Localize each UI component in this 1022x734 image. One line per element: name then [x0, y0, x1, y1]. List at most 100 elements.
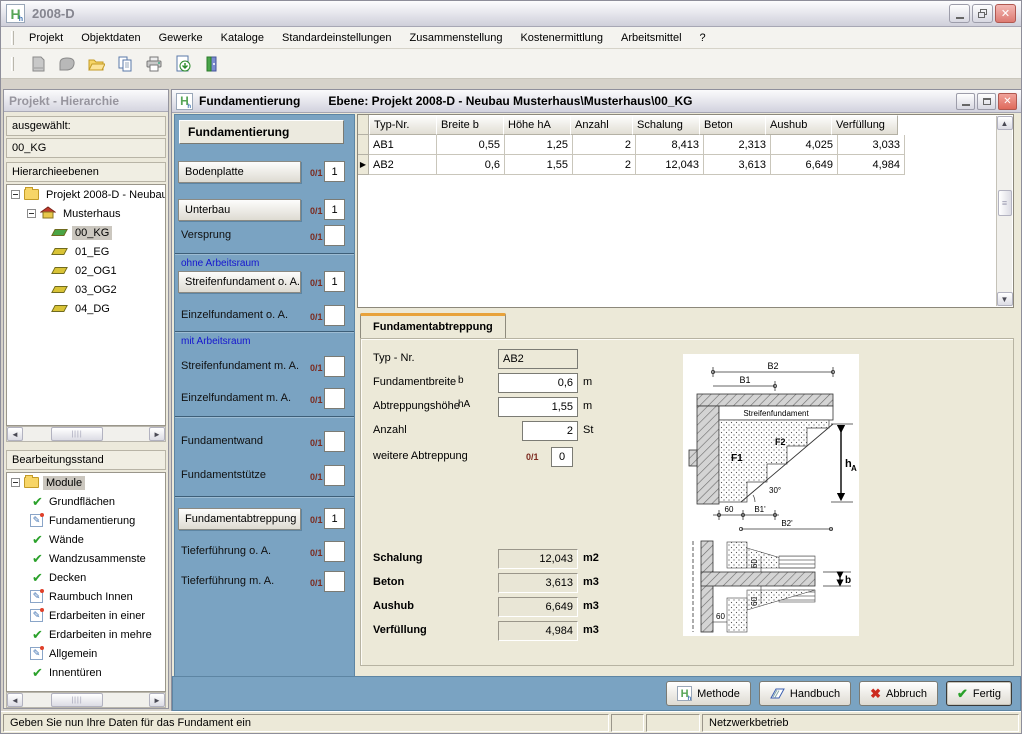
tieferfuehrung-ma-count-input[interactable]	[324, 571, 345, 592]
cell-anzahl[interactable]: 2	[573, 155, 636, 175]
tab-fundamentabtreppung[interactable]: Fundamentabtreppung	[360, 313, 506, 338]
fertig-button[interactable]: ✔ Fertig	[946, 681, 1012, 706]
module-label[interactable]: Erdarbeiten in mehre	[46, 628, 155, 642]
tree-node-01eg[interactable]: 01_EG	[7, 242, 165, 261]
cell-beton[interactable]: 2,313	[704, 135, 771, 155]
restore-button[interactable]	[972, 4, 993, 23]
cell-hoehe[interactable]: 1,25	[505, 135, 573, 155]
tieferfuehrung-oa-count-input[interactable]	[324, 541, 345, 562]
cell-typ[interactable]: AB2	[369, 155, 437, 175]
menu-bodenplatte-button[interactable]: Bodenplatte	[178, 161, 301, 183]
collapse-icon[interactable]	[11, 478, 20, 487]
exit-door-icon[interactable]	[201, 53, 223, 75]
menu-help[interactable]: ?	[691, 29, 715, 47]
module-maximize-button[interactable]	[977, 93, 996, 110]
col-schalung[interactable]: Schalung	[632, 115, 700, 135]
abtreppungshoehe-field[interactable]	[498, 397, 578, 417]
tree-node-label[interactable]: 00_KG	[72, 226, 112, 240]
table-row-selected[interactable]: ▶ AB2 0,6 1,55 2 12,043 3,613 6,649 4,98…	[358, 155, 1013, 175]
menu-objektdaten[interactable]: Objektdaten	[72, 29, 149, 47]
tree-node-project[interactable]: Projekt 2008-D - Neubau	[7, 185, 165, 204]
cell-verfuellung[interactable]: 4,984	[838, 155, 905, 175]
col-anzahl[interactable]: Anzahl	[570, 115, 633, 135]
module-minimize-button[interactable]	[956, 93, 975, 110]
bodenplatte-count-input[interactable]	[324, 161, 345, 182]
module-close-button[interactable]: ✕	[998, 93, 1017, 110]
scroll-right-icon[interactable]: ►	[149, 693, 165, 707]
cell-aushub[interactable]: 6,649	[771, 155, 838, 175]
table-vscrollbar[interactable]: ▲ ≡ ▼	[996, 116, 1012, 306]
menu-zusammenstellung[interactable]: Zusammenstellung	[401, 29, 512, 47]
menu-fundamentabtreppung-button[interactable]: Fundamentabtreppung	[178, 508, 301, 530]
module-label[interactable]: Fundamentierung	[46, 514, 138, 528]
module-waende[interactable]: ✔ Wände	[7, 530, 165, 549]
minimize-button[interactable]	[949, 4, 970, 23]
module-label[interactable]: Raumbuch Innen	[46, 590, 136, 604]
menu-gewerke[interactable]: Gewerke	[150, 29, 212, 47]
open-folder-icon[interactable]	[85, 53, 107, 75]
menu-kostenermittlung[interactable]: Kostenermittlung	[511, 29, 612, 47]
col-hoehe[interactable]: Höhe hA	[503, 115, 571, 135]
col-verfuellung[interactable]: Verfüllung	[831, 115, 898, 135]
scroll-right-icon[interactable]: ►	[149, 427, 165, 441]
module-raumbuch[interactable]: ✎ Raumbuch Innen	[7, 587, 165, 606]
einzelfundament-oa-count-input[interactable]	[324, 305, 345, 326]
tree-node-label[interactable]: 02_OG1	[72, 264, 120, 278]
tree-node-label[interactable]: Module	[43, 476, 85, 490]
collapse-icon[interactable]	[11, 190, 20, 199]
module-wandzusammenstellung[interactable]: ✔ Wandzusammenste	[7, 549, 165, 568]
col-beton[interactable]: Beton	[699, 115, 766, 135]
typ-field[interactable]	[498, 349, 578, 369]
module-grundflaechen[interactable]: ✔ Grundflächen	[7, 492, 165, 511]
module-erdarbeiten-einer[interactable]: ✎ Erdarbeiten in einer	[7, 606, 165, 625]
fundamentwand-count-input[interactable]	[324, 431, 345, 452]
tree-node-module[interactable]: Module	[7, 473, 165, 492]
fundamentabtreppung-count-input[interactable]	[324, 508, 345, 529]
module-label[interactable]: Erdarbeiten in einer	[46, 609, 148, 623]
copy-icon[interactable]	[114, 53, 136, 75]
export-report-icon[interactable]	[172, 53, 194, 75]
unterbau-count-input[interactable]	[324, 199, 345, 220]
tree-node-label[interactable]: Musterhaus	[60, 207, 123, 221]
handbuch-button[interactable]: Handbuch	[759, 681, 851, 706]
module-erdarbeiten-mehre[interactable]: ✔ Erdarbeiten in mehre	[7, 625, 165, 644]
collapse-icon[interactable]	[27, 209, 36, 218]
modules-tree-hscrollbar[interactable]: ◄ |||| ►	[6, 692, 166, 708]
tree-node-label[interactable]: 04_DG	[72, 302, 113, 316]
module-decken[interactable]: ✔ Decken	[7, 568, 165, 587]
tree-node-04dg[interactable]: 04_DG	[7, 299, 165, 318]
module-innentueren[interactable]: ✔ Innentüren	[7, 663, 165, 682]
module-fundamentierung[interactable]: ✎ Fundamentierung	[7, 511, 165, 530]
menu-kataloge[interactable]: Kataloge	[212, 29, 273, 47]
menu-standardeinstellungen[interactable]: Standardeinstellungen	[273, 29, 400, 47]
streifenfundament-oa-count-input[interactable]	[324, 271, 345, 292]
module-label[interactable]: Grundflächen	[46, 495, 118, 509]
menu-projekt[interactable]: Projekt	[20, 29, 72, 47]
scroll-left-icon[interactable]: ◄	[7, 427, 23, 441]
fundamentstuetze-count-input[interactable]	[324, 465, 345, 486]
col-typ-nr[interactable]: Typ-Nr.	[369, 115, 437, 135]
cell-typ[interactable]: AB1	[369, 135, 437, 155]
tree-node-label[interactable]: Projekt 2008-D - Neubau	[43, 188, 166, 202]
cell-schalung[interactable]: 12,043	[636, 155, 704, 175]
module-label[interactable]: Innentüren	[46, 666, 105, 680]
close-button[interactable]: ✕	[995, 4, 1016, 23]
new-document-icon[interactable]	[27, 53, 49, 75]
tree-node-03og2[interactable]: 03_OG2	[7, 280, 165, 299]
menu-streifenfundament-oa-button[interactable]: Streifenfundament o. A.	[178, 271, 301, 293]
scrollbar-thumb[interactable]: ||||	[51, 427, 103, 441]
module-label[interactable]: Decken	[46, 571, 89, 585]
cell-breite[interactable]: 0,55	[437, 135, 505, 155]
anzahl-field[interactable]	[522, 421, 578, 441]
module-label[interactable]: Allgemein	[46, 647, 100, 661]
tree-node-00kg[interactable]: 00_KG	[7, 223, 165, 242]
fundamentbreite-field[interactable]	[498, 373, 578, 393]
col-aushub[interactable]: Aushub	[765, 115, 832, 135]
cell-beton[interactable]: 3,613	[704, 155, 771, 175]
cell-anzahl[interactable]: 2	[573, 135, 636, 155]
methode-button[interactable]: Hh Methode	[666, 681, 751, 706]
cell-hoehe[interactable]: 1,55	[505, 155, 573, 175]
menu-arbeitsmittel[interactable]: Arbeitsmittel	[612, 29, 691, 47]
scroll-up-icon[interactable]: ▲	[997, 116, 1013, 130]
abbruch-button[interactable]: ✖ Abbruch	[859, 681, 938, 706]
